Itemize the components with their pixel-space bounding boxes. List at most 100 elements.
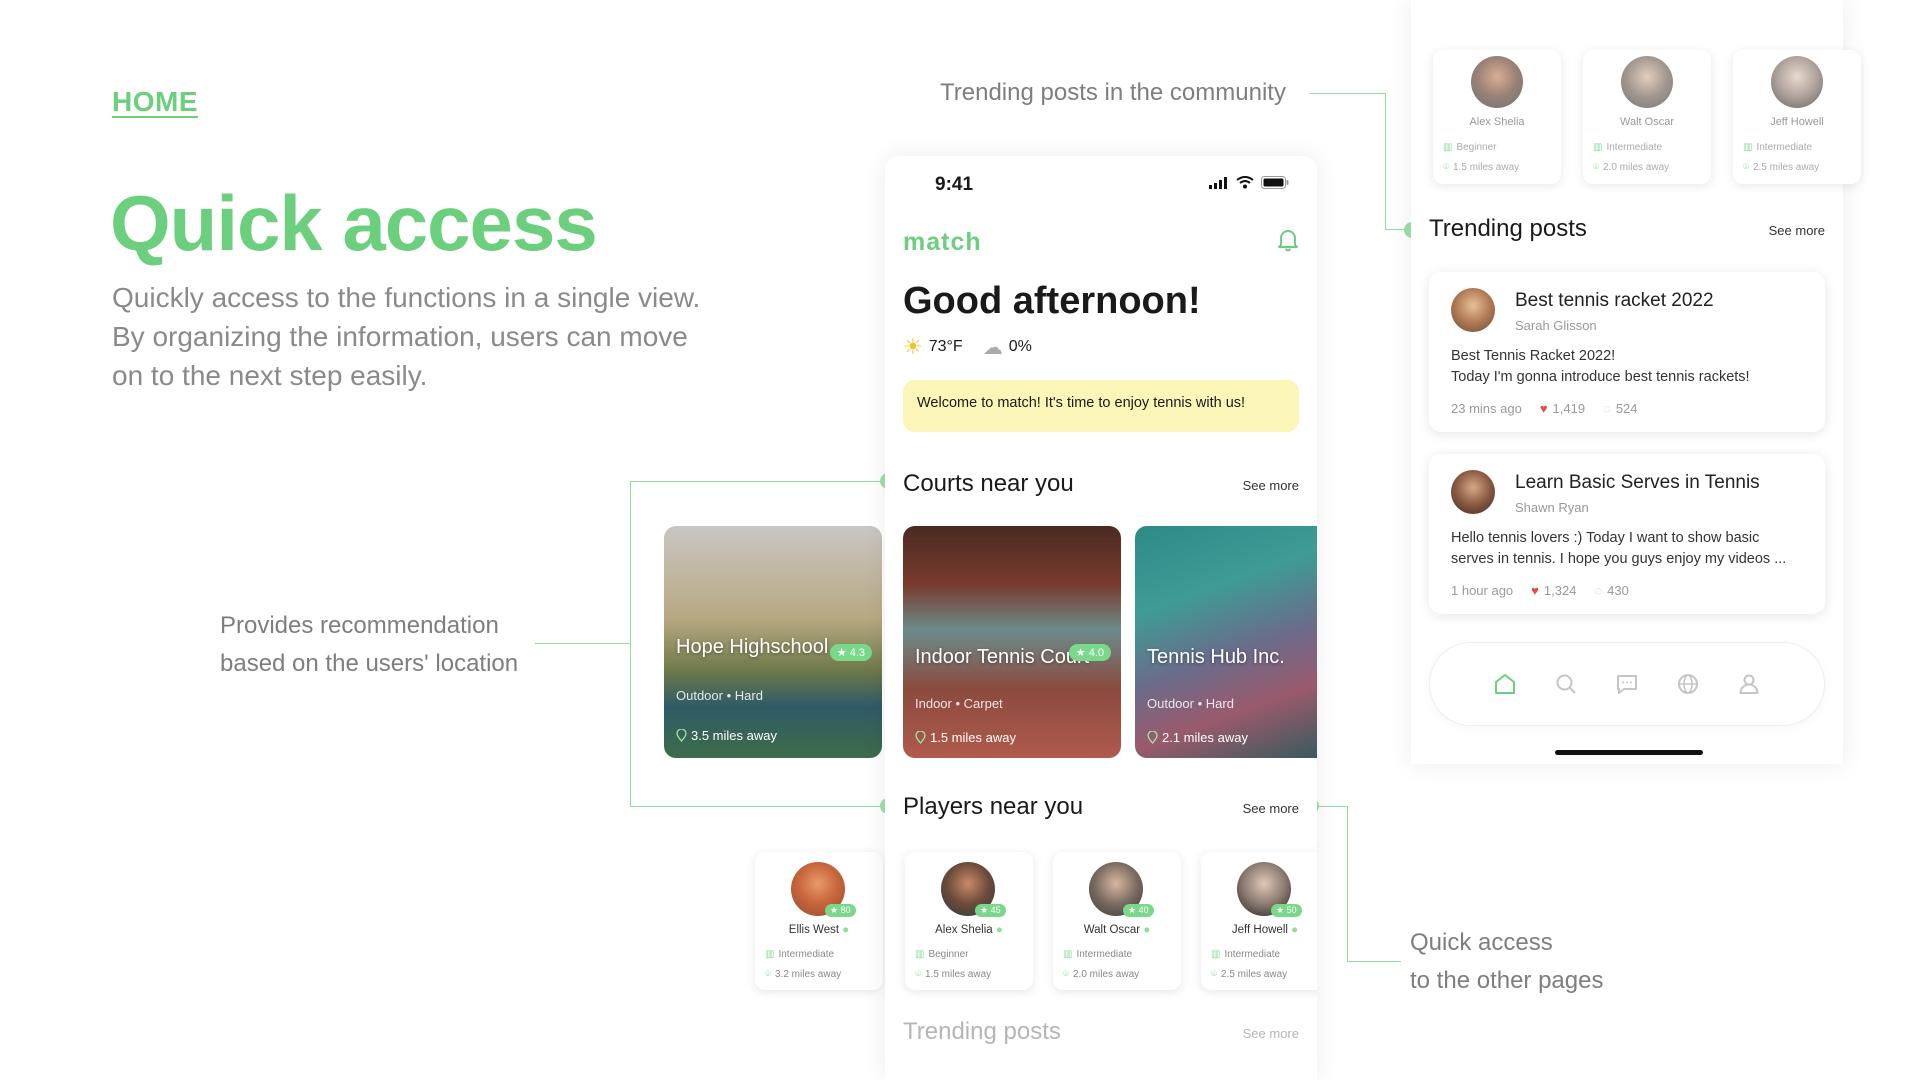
player-name: Alex Shelia ● <box>905 924 1033 936</box>
comment-count[interactable]: ◌ 524 <box>1603 401 1637 416</box>
player-card-jeff-howell[interactable]: ★ 50 Jeff Howell ● ▥ Intermediate ⌾ 2.5 mi… <box>1201 852 1317 990</box>
location-pin-icon: ⌾ <box>1443 162 1449 173</box>
trending-see-more-link[interactable]: See more <box>1243 1026 1299 1041</box>
level-chart-icon: ▥ <box>1443 142 1453 153</box>
player-distance: 2.5 miles away <box>1221 969 1288 980</box>
player-level: Intermediate <box>1224 949 1281 960</box>
post-author: Sarah Glisson <box>1515 318 1597 333</box>
player-card-walt-oscar[interactable]: ★ 40 Walt Oscar ● ▥ Intermediate ⌾ 2.0 mil… <box>1053 852 1181 990</box>
post-meta: 1 hour ago ♥ 1,324 ◌ 430 <box>1451 583 1629 598</box>
post-body-line1: Hello tennis lovers :) Today I want to s… <box>1451 530 1760 546</box>
court-distance-row: 1.5 miles away <box>915 730 1016 745</box>
online-dot-icon: ● <box>842 924 850 936</box>
player-level: Intermediate <box>1756 142 1813 153</box>
wifi-icon <box>1236 176 1254 189</box>
comment-icon: ◌ <box>1603 401 1611 416</box>
level-chart-icon: ▥ <box>1063 949 1073 960</box>
status-time: 9:41 <box>935 174 974 195</box>
court-card-indoor-tennis[interactable]: Indoor Tennis Court Indoor • Carpet ★ 4.… <box>903 526 1121 758</box>
comment-icon: ◌ <box>1594 583 1603 598</box>
player-name: Ellis West ● <box>755 924 883 936</box>
player-rating: 45 <box>990 905 1001 915</box>
location-pin-icon <box>676 729 687 742</box>
player-card-alex-shelia[interactable]: ★ 45 Alex Shelia ● ▥ Beginner ⌾ 1.5 miles … <box>905 852 1033 990</box>
trending-see-more-link[interactable]: See more <box>1769 223 1825 238</box>
level-chart-icon: ▥ <box>1593 142 1603 153</box>
court-name: Tennis Hub Inc. <box>1147 646 1285 668</box>
heart-icon: ♥ <box>1531 583 1539 598</box>
player-rating-badge: ★ 80 <box>825 904 856 917</box>
player-name: Jeff Howell ● <box>1201 924 1317 936</box>
location-pin-icon: ⌾ <box>1593 162 1599 173</box>
annotation-recommend-line2: based on the users' location <box>220 650 519 677</box>
player-level-row: ▥ Intermediate <box>1063 949 1132 960</box>
comment-count-value: 524 <box>1615 401 1638 416</box>
player-distance-row: ⌾ 2.0 miles away <box>1593 162 1669 173</box>
post-card[interactable]: Best tennis racket 2022 Sarah Glisson Be… <box>1429 272 1825 432</box>
rain-cloud-icon: ☁ <box>982 336 1003 359</box>
court-distance-row: 3.5 miles away <box>676 728 777 743</box>
court-card-tennis-hub[interactable]: Tennis Hub Inc. Outdoor • Hard 2.1 miles… <box>1135 526 1317 758</box>
player-distance-row: ⌾ 1.5 miles away <box>1443 162 1519 173</box>
online-dot-icon: ● <box>1291 924 1299 936</box>
post-meta: 23 mins ago ♥ 1,419 ◌ 524 <box>1451 401 1638 416</box>
post-body: Best Tennis Racket 2022! Today I'm gonna… <box>1451 346 1811 388</box>
chat-nav-icon[interactable] <box>1615 672 1639 696</box>
post-body-line2: Today I'm gonna introduce best tennis ra… <box>1451 369 1750 385</box>
player-distance: 2.5 miles away <box>1753 162 1820 173</box>
court-type: Outdoor • Hard <box>676 688 763 703</box>
player-rating: 40 <box>1138 905 1149 915</box>
like-count[interactable]: ♥ 1,419 <box>1540 401 1585 416</box>
welcome-banner: Welcome to match! It's time to enjoy ten… <box>903 380 1299 432</box>
court-card-hope-highschool[interactable]: Hope Highschool Outdoor • Hard ★ 4.3 3.5… <box>664 526 882 758</box>
courts-see-more-link[interactable]: See more <box>1243 478 1299 493</box>
player-distance: 2.0 miles away <box>1603 162 1670 173</box>
player-name-text: Ellis West <box>788 924 840 936</box>
location-pin-icon: ⌾ <box>1211 969 1217 980</box>
post-card[interactable]: Learn Basic Serves in Tennis Shawn Ryan … <box>1429 454 1825 614</box>
like-count[interactable]: ♥ 1,324 <box>1531 583 1576 598</box>
greeting: Good afternoon! <box>903 280 1201 322</box>
trending-section-title: Trending posts <box>1429 215 1587 242</box>
player-name-text: Walt Oscar <box>1083 924 1141 936</box>
post-time: 1 hour ago <box>1451 583 1514 598</box>
player-name-text: Jeff Howell <box>1231 924 1288 936</box>
search-nav-icon[interactable] <box>1554 672 1578 696</box>
profile-nav-icon[interactable] <box>1737 672 1761 696</box>
player-level: Intermediate <box>1076 949 1133 960</box>
player-name: Walt Oscar <box>1620 116 1674 128</box>
player-card-alex-shelia[interactable]: Alex Shelia ▥ Beginner ⌾ 1.5 miles away <box>1433 50 1561 184</box>
notification-bell-icon[interactable] <box>1277 228 1299 257</box>
player-card-walt-oscar[interactable]: Walt Oscar ▥ Intermediate ⌾ 2.0 miles away <box>1583 50 1711 184</box>
page-title: Quick access <box>110 179 598 267</box>
player-card-ellis-west[interactable]: ★ 80 Ellis West ● ▥ Intermediate ⌾ 3.2 mil… <box>755 852 883 990</box>
trending-section-title: Trending posts <box>903 1018 1061 1045</box>
annotation-quick: Quick access to the other pages <box>1410 924 1603 1000</box>
home-label: HOME <box>112 86 198 117</box>
signal-icon <box>1209 176 1227 189</box>
player-distance-row: ⌾ 2.5 miles away <box>1743 162 1819 173</box>
player-distance: 1.5 miles away <box>1453 162 1520 173</box>
player-distance-row: ⌾ 2.0 miles away <box>1063 969 1139 980</box>
player-level-row: ▥ Intermediate <box>765 949 834 960</box>
player-distance-row: ⌾ 2.5 miles away <box>1211 969 1287 980</box>
player-level-row: ▥ Beginner <box>915 949 968 960</box>
court-name: Indoor Tennis Court <box>915 646 1090 668</box>
location-pin-icon: ⌾ <box>1743 162 1749 173</box>
comment-count[interactable]: ◌ 430 <box>1594 583 1628 598</box>
globe-nav-icon[interactable] <box>1676 672 1700 696</box>
avatar <box>1451 288 1495 332</box>
player-card-jeff-howell[interactable]: Jeff Howell ▥ Intermediate ⌾ 2.5 miles awa… <box>1733 50 1861 184</box>
avatar <box>1621 56 1673 108</box>
players-see-more-link[interactable]: See more <box>1243 801 1299 816</box>
player-level-row: ▥ Intermediate <box>1743 142 1812 153</box>
court-rating: 4.0 <box>1088 647 1104 659</box>
avatar <box>1471 56 1523 108</box>
home-nav-icon[interactable] <box>1493 672 1517 696</box>
app-logo[interactable]: match <box>903 228 982 257</box>
court-rating: 4.3 <box>849 647 865 659</box>
comment-count-value: 430 <box>1607 583 1629 598</box>
player-rating-badge: ★ 45 <box>975 904 1006 917</box>
avatar <box>1771 56 1823 108</box>
level-chart-icon: ▥ <box>765 949 775 960</box>
